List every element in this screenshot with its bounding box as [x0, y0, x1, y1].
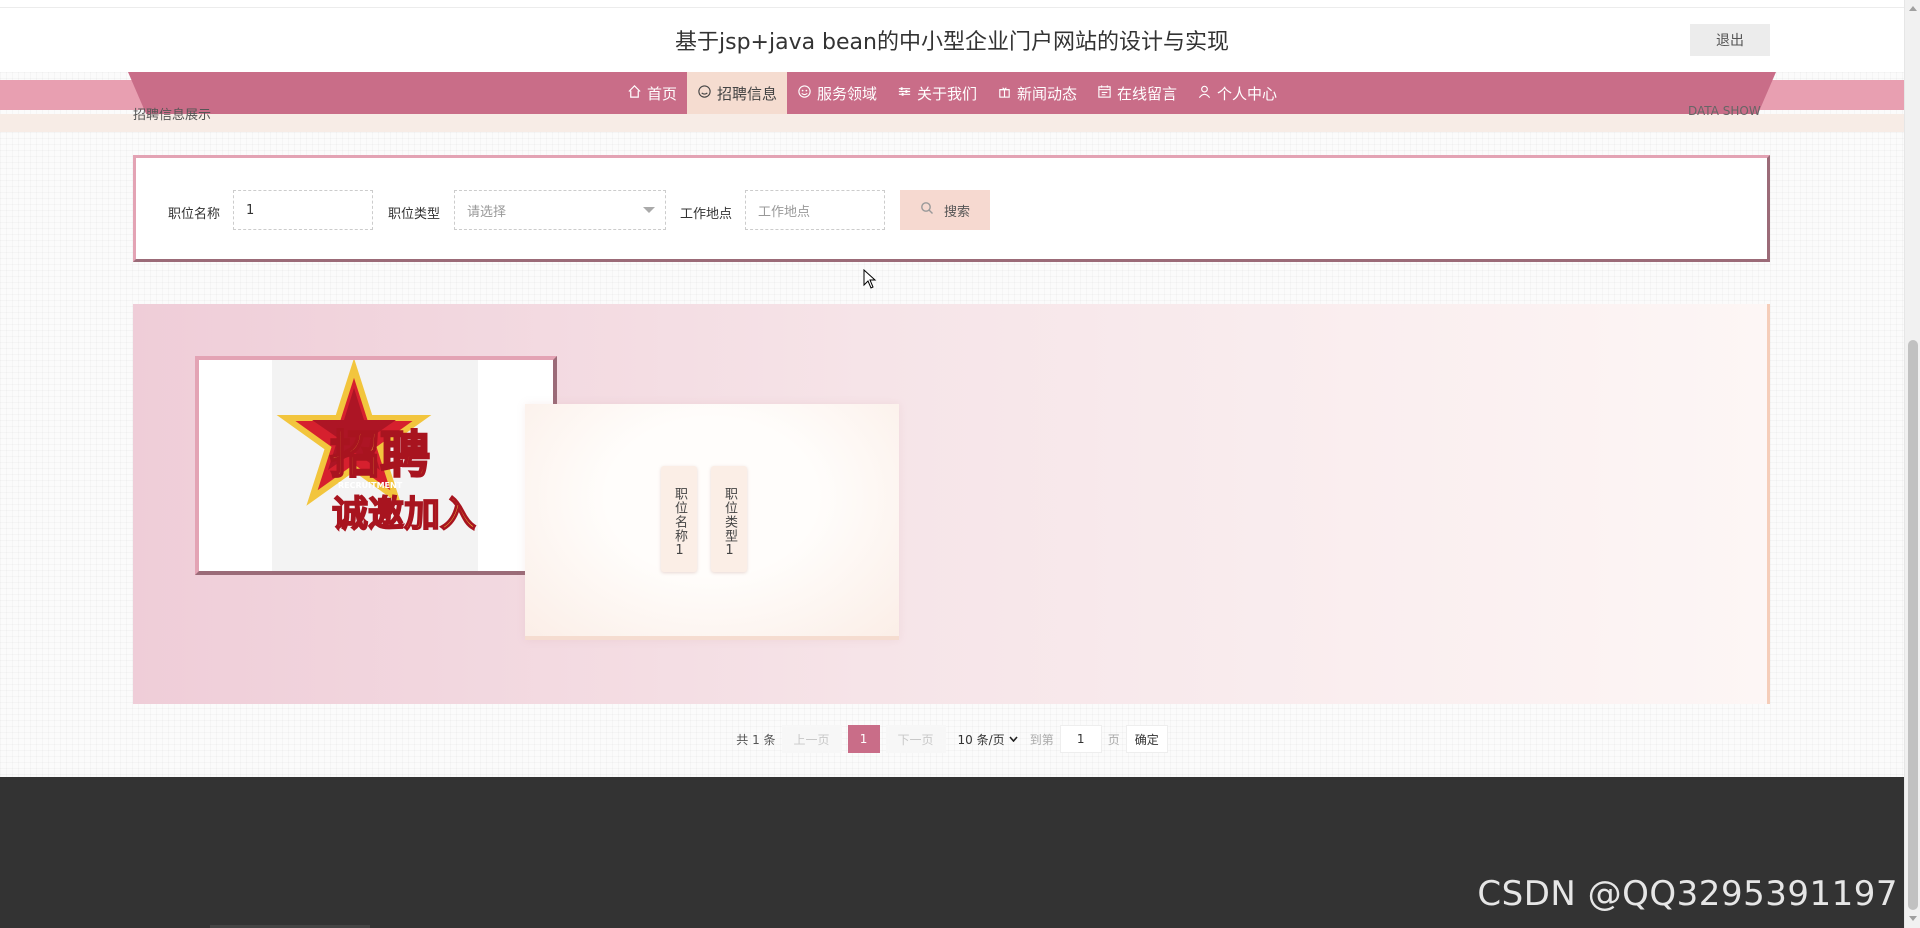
nav-item-label: 关于我们	[916, 84, 977, 103]
position-name-input[interactable]: 1	[233, 190, 373, 230]
logout-button[interactable]: 退出	[1690, 24, 1770, 56]
job-info-card[interactable]: 职位名称1 职位类型1	[525, 404, 899, 640]
job-type-tag: 职位类型1	[711, 466, 747, 572]
calendar-icon	[1097, 84, 1112, 103]
nav-item-about[interactable]: 关于我们	[887, 72, 987, 114]
page-unit-label: 页	[1107, 732, 1120, 747]
next-page-button[interactable]: 下一页	[885, 725, 946, 753]
nav-item-news[interactable]: 新闻动态	[987, 72, 1087, 114]
nav-item-label: 首页	[646, 84, 677, 103]
nav-item-label: 服务领域	[816, 84, 877, 103]
nav-item-recruitment[interactable]: 招聘信息	[686, 72, 787, 114]
job-name-tag: 职位名称1	[661, 466, 697, 572]
search-button[interactable]: 搜索	[900, 190, 990, 230]
face-icon	[797, 84, 812, 103]
nav-item-label: 在线留言	[1117, 84, 1178, 103]
scroll-up-icon[interactable]	[1909, 6, 1917, 11]
location-input[interactable]: 工作地点	[745, 190, 885, 230]
goto-label: 到第	[1029, 732, 1054, 747]
watermark: CSDN @QQ3295391197	[1477, 874, 1898, 914]
header-top-line	[0, 7, 1904, 8]
chevron-down-icon	[643, 207, 655, 213]
recruitment-poster: 招聘 RECRUITMENT 诚邀加入	[272, 360, 478, 571]
total-count: 共 1 条	[736, 732, 776, 747]
goto-confirm-button[interactable]: 确定	[1125, 725, 1168, 753]
nav-item-label: 招聘信息	[716, 84, 777, 103]
home-icon	[627, 84, 642, 103]
scroll-down-icon[interactable]	[1909, 916, 1917, 921]
mouse-cursor-icon	[863, 268, 877, 293]
search-button-label: 搜索	[943, 204, 970, 220]
smile-icon	[697, 84, 712, 103]
location-label: 工作地点	[680, 207, 733, 222]
search-icon	[920, 201, 934, 219]
svg-text:诚邀加入: 诚邀加入	[332, 494, 476, 535]
position-name-label: 职位名称	[168, 207, 221, 222]
site-title: 基于jsp+java bean的中小型企业门户网站的设计与实现	[675, 30, 1229, 55]
position-type-label: 职位类型	[388, 207, 441, 222]
results-list: 招聘 RECRUITMENT 诚邀加入 职位名称1 职位类型1	[133, 304, 1770, 704]
vertical-scrollbar[interactable]	[1904, 0, 1920, 928]
page-size-select[interactable]: 10 条/页	[952, 725, 1024, 753]
pagination: 共 1 条 上一页 1 下一页 10 条/页 到第 1 页 确定	[0, 724, 1904, 754]
site-header: 基于jsp+java bean的中小型企业门户网站的设计与实现 退出	[0, 0, 1904, 72]
user-icon	[1197, 84, 1212, 103]
page-number-current[interactable]: 1	[847, 725, 880, 753]
page-size-value: 10 条/页	[957, 732, 1005, 747]
scrollbar-thumb[interactable]	[1908, 340, 1918, 910]
sub-bar	[0, 114, 1904, 132]
nav-item-home[interactable]: 首页	[617, 72, 687, 114]
job-image[interactable]: 招聘 RECRUITMENT 诚邀加入	[195, 356, 557, 575]
search-panel: 职位名称 1 职位类型 请选择 工作地点 工作地点 搜索	[133, 155, 1770, 262]
nav-item-label: 新闻动态	[1017, 84, 1078, 103]
select-placeholder: 请选择	[467, 204, 507, 220]
prev-page-button[interactable]: 上一页	[781, 725, 842, 753]
sliders-icon	[897, 84, 912, 103]
main-nav: 首页 招聘信息 服务领域 关于我们 新闻动态 在线留言 个人中心	[0, 72, 1904, 114]
chevron-down-icon	[1009, 736, 1018, 742]
gift-icon	[997, 84, 1012, 103]
nav-item-profile[interactable]: 个人中心	[1187, 72, 1287, 114]
nav-item-message[interactable]: 在线留言	[1087, 72, 1187, 114]
svg-text:招聘: 招聘	[330, 426, 430, 484]
position-type-select[interactable]: 请选择	[454, 190, 666, 230]
nav-item-label: 个人中心	[1217, 84, 1278, 103]
svg-text:RECRUITMENT: RECRUITMENT	[338, 481, 403, 490]
nav-item-services[interactable]: 服务领域	[787, 72, 887, 114]
goto-page-input[interactable]: 1	[1059, 725, 1102, 753]
